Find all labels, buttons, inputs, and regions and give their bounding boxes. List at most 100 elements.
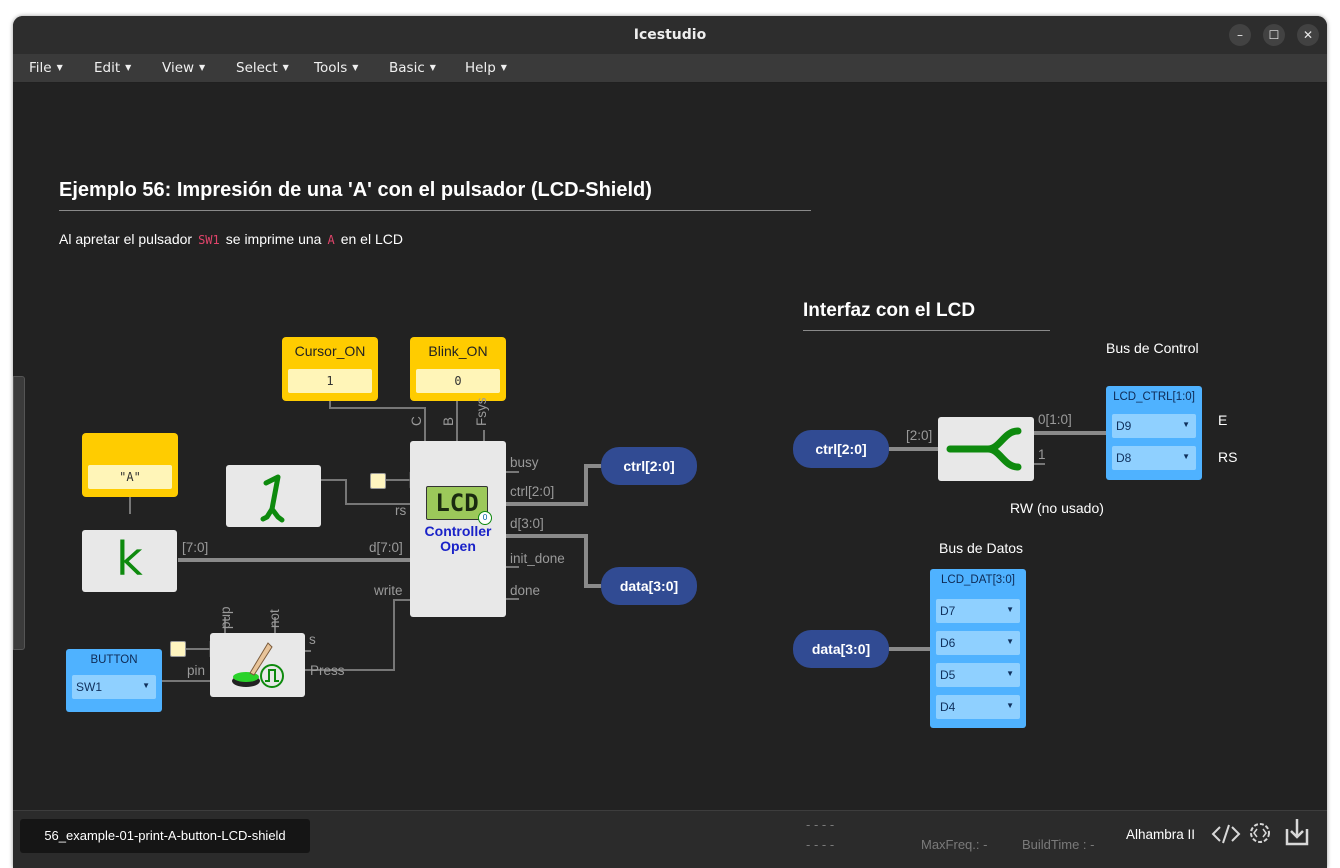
title-divider [59, 210, 811, 211]
port-fsys: Fsys [474, 397, 489, 427]
menu-select[interactable]: Select ▼ [236, 60, 289, 76]
caret-down-icon: ▼ [142, 681, 150, 690]
button-input-pin[interactable]: BUTTON SW1 ▼ [66, 649, 162, 712]
constant-value[interactable]: 1 [288, 369, 372, 393]
app-window: Icestudio – ☐ ✕ File ▼ Edit ▼ View ▼ Select… [13, 16, 1327, 868]
caret-down-icon: ▼ [1006, 669, 1014, 678]
clock-input-button[interactable] [170, 641, 186, 657]
input-data[interactable]: data[3:0] [793, 630, 889, 668]
port-split-in: [2:0] [906, 428, 933, 443]
port-busy: busy [510, 455, 539, 470]
caret-down-icon: ▼ [1006, 637, 1014, 646]
port-write: write [374, 583, 403, 598]
splitter-icon [946, 427, 1022, 471]
port-d-in: d[7:0] [369, 540, 403, 555]
page-title: Ejemplo 56: Impresión de una 'A' con el … [59, 179, 652, 201]
pin-select-d8[interactable]: D8 ▼ [1112, 446, 1196, 470]
port-b: B [441, 416, 456, 426]
settings-code-icon[interactable] [1246, 819, 1274, 847]
port-d-out: d[3:0] [510, 516, 544, 531]
port-pin: pin [187, 663, 206, 678]
upload-icon[interactable] [1284, 817, 1310, 847]
port-k-out: [7:0] [182, 540, 209, 555]
pin-select-d4[interactable]: D4 ▼ [936, 695, 1020, 719]
port-s: s [309, 632, 316, 647]
caret-down-icon: ▼ [56, 63, 63, 72]
status-dashes-bottom: - - - - [806, 837, 835, 852]
code-icon[interactable] [1211, 821, 1241, 847]
menu-basic[interactable]: Basic ▼ [389, 60, 436, 76]
caret-down-icon: ▼ [1182, 420, 1190, 429]
port-done: done [510, 583, 541, 598]
port-press: Press [310, 663, 345, 678]
k-block-label: k [116, 532, 143, 586]
description: Al apretar el pulsador SW1 se imprime una A… [59, 231, 403, 247]
lcd-ctrl-pins[interactable]: LCD_CTRL[1:0] D9 ▼ D8 ▼ [1106, 386, 1202, 480]
menu-view[interactable]: View ▼ [162, 60, 205, 76]
interface-heading: Interfaz con el LCD [803, 300, 976, 321]
pin-select-d9[interactable]: D9 ▼ [1112, 414, 1196, 438]
e-label: E [1218, 412, 1228, 428]
constant-value[interactable]: 0 [416, 369, 500, 393]
k-constant-block[interactable]: k [82, 530, 177, 592]
maximize-icon[interactable]: ☐ [1263, 24, 1285, 46]
menu-bar: File ▼ Edit ▼ View ▼ Select ▼ Tools ▼ Basic ▼ … [13, 54, 1327, 83]
port-split-out0: 0[1:0] [1038, 412, 1072, 427]
output-data[interactable]: data[3:0] [601, 567, 697, 605]
pin-select-d6[interactable]: D6 ▼ [936, 631, 1020, 655]
button-block[interactable] [210, 633, 305, 697]
design-canvas[interactable]: Ejemplo 56: Impresión de una 'A' con el … [13, 83, 1327, 810]
pin-select-d7[interactable]: D7 ▼ [936, 599, 1020, 623]
minimize-icon[interactable]: – [1229, 24, 1251, 46]
caret-down-icon: ▼ [1006, 701, 1014, 710]
port-rs: rs [395, 503, 407, 518]
close-icon[interactable]: ✕ [1297, 24, 1319, 46]
port-split-out1: 1 [1038, 447, 1046, 462]
constant-char-a[interactable]: "A" [82, 433, 178, 497]
constant-blink-on[interactable]: Blink_ON 0 [410, 337, 506, 401]
port-ctrl: ctrl[2:0] [510, 484, 555, 499]
menu-file[interactable]: File ▼ [29, 60, 63, 76]
port-pup: pup [218, 606, 233, 629]
lcd-controller-block[interactable]: LCD 0 Controller Open [410, 441, 506, 617]
caret-down-icon: ▼ [500, 63, 507, 72]
lcd-dat-pins[interactable]: LCD_DAT[3:0] D7 ▼ D6 ▼ D5 ▼ D4 ▼ [930, 569, 1026, 728]
board-name[interactable]: Alhambra II [1126, 827, 1195, 842]
caret-down-icon: ▼ [199, 63, 206, 72]
title-bar: Icestudio – ☐ ✕ [13, 16, 1327, 54]
bit-one-block[interactable] [226, 465, 321, 527]
status-buildtime: BuildTime : - [1022, 837, 1095, 852]
port-c: C [409, 416, 424, 426]
output-ctrl[interactable]: ctrl[2:0] [601, 447, 697, 485]
menu-tools[interactable]: Tools ▼ [314, 60, 358, 76]
menu-edit[interactable]: Edit ▼ [94, 60, 131, 76]
bit-one-icon [260, 474, 285, 523]
caret-down-icon: ▼ [282, 63, 289, 72]
lcd-block-name: Controller Open [424, 523, 492, 554]
input-ctrl[interactable]: ctrl[2:0] [793, 430, 889, 468]
pin-select-d5[interactable]: D5 ▼ [936, 663, 1020, 687]
port-not: not [267, 609, 282, 628]
rs-label: RS [1218, 449, 1238, 465]
menu-help[interactable]: Help ▼ [465, 60, 507, 76]
status-bar: 56_example-01-print-A-button-LCD-shield … [13, 810, 1327, 868]
caret-down-icon: ▼ [1182, 452, 1190, 461]
pin-select-sw1[interactable]: SW1 ▼ [72, 675, 156, 699]
caret-down-icon: ▼ [429, 63, 436, 72]
constant-value[interactable]: "A" [88, 465, 172, 489]
file-name-tab[interactable]: 56_example-01-print-A-button-LCD-shield [20, 819, 310, 853]
constant-cursor-on[interactable]: Cursor_ON 1 [282, 337, 378, 401]
rw-note-label: RW (no usado) [1010, 500, 1104, 516]
clock-input-lcd[interactable] [370, 473, 386, 489]
window-title: Icestudio [633, 27, 707, 43]
splitter-block[interactable] [938, 417, 1034, 481]
status-dashes-top: - - - - [806, 817, 835, 832]
push-button-icon [232, 642, 284, 688]
code-a: A [327, 233, 335, 247]
code-sw1: SW1 [198, 233, 220, 247]
caret-down-icon: ▼ [352, 63, 359, 72]
status-maxfreq: MaxFreq.: - [921, 837, 988, 852]
caret-down-icon: ▼ [1006, 605, 1014, 614]
bus-datos-label: Bus de Datos [939, 540, 1024, 556]
caret-down-icon: ▼ [125, 63, 132, 72]
